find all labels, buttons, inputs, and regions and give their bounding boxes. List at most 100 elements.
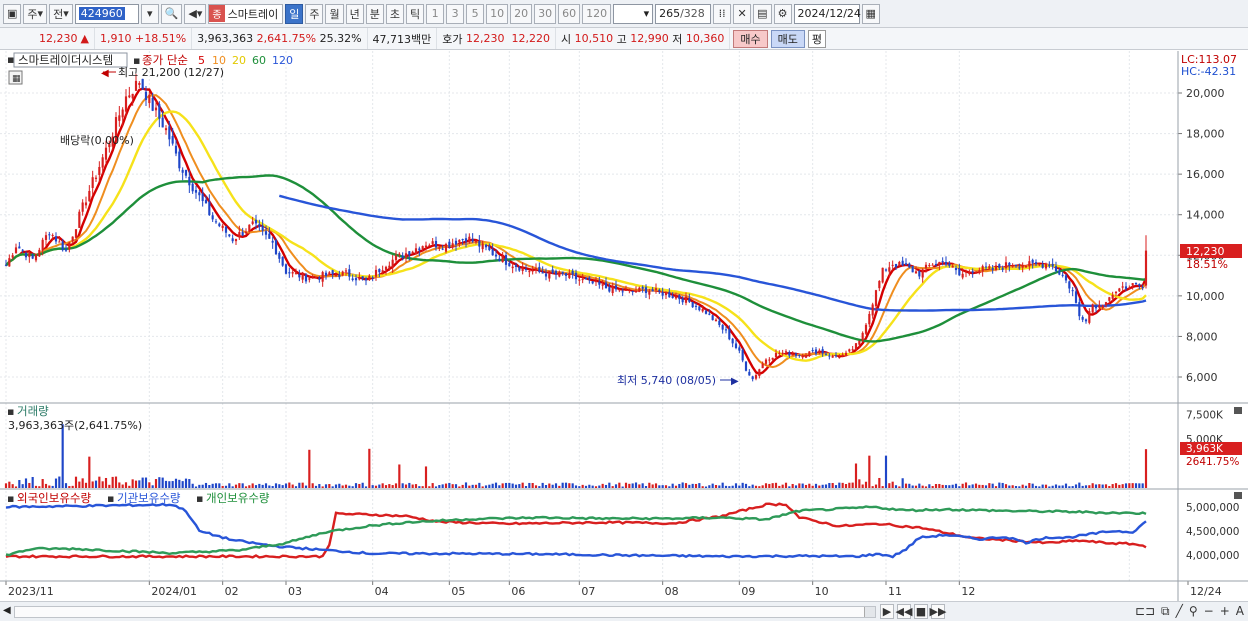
average-button[interactable]: 평 <box>807 29 827 48</box>
market-select[interactable]: 주 ▾ <box>23 3 48 24</box>
interval-5[interactable]: 5 <box>466 3 485 24</box>
volume-bar <box>1078 482 1081 488</box>
search-icon[interactable]: 🔍 <box>160 3 183 24</box>
zoom-slider-icon[interactable]: ⊏⊐ <box>1135 604 1155 619</box>
dividend-marker: 배당락(0.00%) <box>60 134 134 147</box>
volume-bar <box>684 483 688 488</box>
volume-bar <box>841 482 844 488</box>
foreign-holdings-legend[interactable]: 외국인보유수량 <box>17 491 91 505</box>
candle-body <box>654 288 658 290</box>
volume-panel-title[interactable]: 거래량 <box>17 404 49 418</box>
layout-icon[interactable]: ▣ <box>3 3 22 24</box>
horizontal-scrollbar-area: ◀ ▶ ◀◀ ■ ▶▶ ⊏⊐ ⧉ ╱ ⚲ − + A <box>0 601 1248 621</box>
fast-forward-icon[interactable]: ▶▶ <box>930 604 946 619</box>
volume-bar <box>471 484 474 488</box>
stop-icon[interactable]: ■ <box>914 604 928 619</box>
compare-icon[interactable]: ⧉ <box>1161 604 1170 619</box>
draw-line-icon[interactable]: ╱ <box>1176 604 1183 619</box>
holdings-panel-handle-icon[interactable]: ▪ <box>7 492 14 505</box>
crosshair-icon[interactable]: ✕ <box>733 3 752 24</box>
gear-icon[interactable]: ⚙ <box>773 3 792 24</box>
zoom-out-icon[interactable]: − <box>1204 604 1214 619</box>
date-input[interactable]: 2024/12/24 <box>793 3 861 24</box>
interval-custom-select[interactable]: ▾ <box>613 3 654 24</box>
scroll-left-icon[interactable]: ◀ <box>3 605 11 616</box>
magnifier-icon[interactable]: ⚲ <box>1189 604 1198 619</box>
period-month[interactable]: 월 <box>325 3 344 24</box>
volume-bar <box>574 485 578 488</box>
period-tick[interactable]: 틱 <box>405 3 425 24</box>
zoom-in-icon[interactable]: + <box>1220 604 1230 619</box>
panel-handle-icon[interactable]: ▪ <box>7 53 14 66</box>
candle-body <box>461 239 464 241</box>
candle-body <box>1134 283 1138 285</box>
candle-body <box>394 255 398 261</box>
candle-body <box>518 267 521 271</box>
chart-area[interactable]: 20,00018,00016,00014,00012,00010,0008,00… <box>0 51 1248 601</box>
candle-body <box>728 329 731 340</box>
interval-3[interactable]: 3 <box>446 3 465 24</box>
count-input[interactable]: 265/328 <box>655 3 712 24</box>
stock-code-input[interactable]: 424960 <box>74 3 139 24</box>
legend-ma120[interactable]: 120 <box>272 54 293 67</box>
font-size-icon[interactable]: A <box>1236 604 1244 619</box>
candle-body <box>474 240 478 243</box>
volume-bar <box>1094 484 1098 488</box>
grid-icon[interactable]: ⁞⁞ <box>713 3 732 24</box>
volume-bar <box>218 483 221 488</box>
volume-panel-collapse-icon[interactable] <box>1234 407 1242 414</box>
stock-chart[interactable]: 20,00018,00016,00014,00012,00010,0008,00… <box>0 51 1248 601</box>
scroll-track[interactable] <box>14 606 876 618</box>
period-second[interactable]: 초 <box>385 3 404 24</box>
interval-10[interactable]: 10 <box>486 3 509 24</box>
period-year[interactable]: 년 <box>345 3 364 24</box>
volume-bar <box>881 486 884 488</box>
legend-ma60[interactable]: 60 <box>252 54 266 67</box>
volume-bar <box>1031 483 1034 488</box>
interval-30[interactable]: 30 <box>534 3 557 24</box>
calendar-icon[interactable]: ▦ <box>861 3 880 24</box>
candle-body <box>1131 283 1134 286</box>
buy-button[interactable]: 매수 <box>733 29 768 48</box>
type-select[interactable]: 전 ▾ <box>49 3 73 24</box>
interval-120[interactable]: 120 <box>582 3 612 24</box>
candle-body <box>314 277 318 279</box>
save-icon[interactable]: ▤ <box>753 3 772 24</box>
sell-button[interactable]: 매도 <box>770 29 805 48</box>
volume-bar <box>1098 484 1101 488</box>
volume-bar <box>431 483 434 488</box>
volume-bar <box>88 456 91 488</box>
period-week[interactable]: 주 <box>305 3 324 24</box>
legend-ma20[interactable]: 20 <box>232 54 246 67</box>
candle-body <box>514 265 518 268</box>
interval-1[interactable]: 1 <box>426 3 445 24</box>
volume-bar <box>298 482 301 488</box>
candle-body <box>698 306 701 311</box>
individual-holdings-legend[interactable]: 개인보유수량 <box>206 491 270 505</box>
stock-name-box[interactable]: 종 스마트레이 <box>208 3 284 24</box>
candle-body <box>274 240 278 255</box>
volume-bar <box>378 484 381 488</box>
holdings-panel-collapse-icon[interactable] <box>1234 492 1242 499</box>
scroll-thumb[interactable] <box>15 607 865 617</box>
volume-bar <box>821 484 824 488</box>
candle-body <box>1028 261 1031 267</box>
volume-bar <box>118 482 121 488</box>
code-dropdown-button[interactable]: ▾ <box>140 3 159 24</box>
period-day[interactable]: 일 <box>285 3 304 24</box>
period-minute[interactable]: 분 <box>365 3 384 24</box>
rewind-icon[interactable]: ◀◀ <box>896 604 912 619</box>
volume-bar <box>1131 483 1134 488</box>
scroll-right-icon[interactable]: ▶ <box>880 604 894 619</box>
sound-icon[interactable]: ◀▾ <box>184 3 207 24</box>
volume-bar <box>514 484 518 488</box>
candle-body <box>744 361 748 371</box>
volume-panel-handle-icon[interactable]: ▪ <box>7 405 14 418</box>
interval-60[interactable]: 60 <box>558 3 581 24</box>
institution-holdings-legend[interactable]: 기관보유수량 <box>117 491 181 505</box>
volume-bar <box>1084 485 1088 488</box>
candle-body <box>571 270 574 275</box>
volume-bar <box>341 485 344 488</box>
interval-20[interactable]: 20 <box>510 3 533 24</box>
legend-title[interactable]: 종가 단순 <box>142 53 188 67</box>
